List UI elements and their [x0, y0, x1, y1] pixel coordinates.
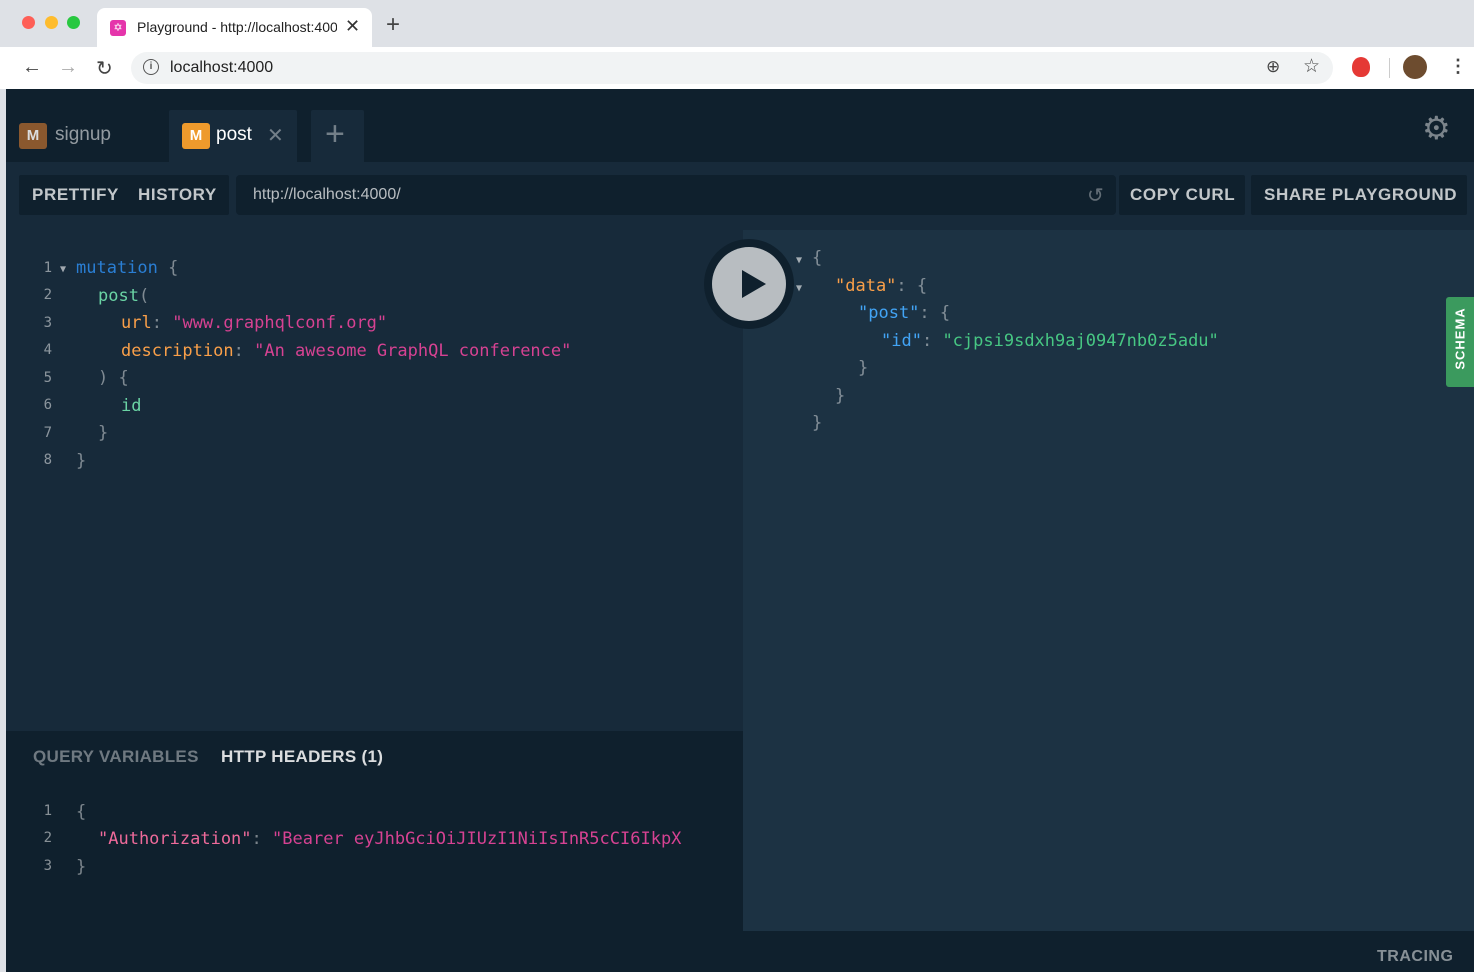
- window-zoom-button[interactable]: [67, 16, 80, 29]
- code-line: "Authorization": "Bearer eyJhbGciOiJIUzI…: [98, 829, 682, 849]
- browser-tab-title: Playground - http://localhost:4000: [137, 19, 337, 35]
- code-line: description: "An awesome GraphQL confere…: [121, 341, 572, 361]
- browser-tab[interactable]: ✡ Playground - http://localhost:4000 ✕: [97, 8, 372, 47]
- line-number: 2: [43, 287, 52, 303]
- code-line: mutation {: [76, 258, 179, 278]
- prettify-button[interactable]: PRETTIFY: [32, 185, 119, 205]
- plus-icon: +: [325, 115, 345, 153]
- result-line: }: [812, 413, 823, 433]
- toolbar-divider: [1389, 58, 1390, 78]
- endpoint-input[interactable]: http://localhost:4000/ ↺: [236, 175, 1116, 215]
- query-editor[interactable]: 1 2 3 4 5 6 7 8 ▼ mutation { post( url: …: [6, 230, 743, 731]
- schema-tab-label: SCHEMA: [1452, 307, 1468, 370]
- line-number: 1: [43, 260, 52, 276]
- code-line: ) {: [98, 368, 129, 388]
- tab-query-variables[interactable]: QUERY VARIABLES: [33, 747, 199, 767]
- graphql-playground: M signup M post ✕ + ⚙ PRETTIFY HISTORY h…: [6, 89, 1474, 972]
- share-playground-label: SHARE PLAYGROUND: [1264, 185, 1458, 204]
- site-info-icon[interactable]: i: [143, 59, 159, 75]
- close-icon[interactable]: ✕: [267, 123, 284, 148]
- graphql-favicon-icon: ✡: [110, 20, 126, 36]
- line-number: 7: [43, 425, 52, 441]
- endpoint-url[interactable]: http://localhost:4000/: [253, 186, 401, 204]
- line-number: 6: [43, 397, 52, 413]
- result-line: }: [858, 358, 869, 378]
- result-line: "id": "cjpsi9sdxh9aj0947nb0z5adu": [881, 331, 1219, 351]
- query-tab-post[interactable]: M post ✕: [169, 110, 297, 162]
- reload-icon[interactable]: ↻: [96, 56, 113, 81]
- code-line: id: [121, 396, 142, 416]
- variables-headers-panel: QUERY VARIABLES HTTP HEADERS (1) 1 2 3 {…: [6, 731, 743, 931]
- code-line: {: [76, 802, 87, 822]
- copy-curl-button[interactable]: COPY CURL: [1119, 175, 1245, 215]
- close-tab-icon[interactable]: ✕: [345, 16, 360, 37]
- bookmark-star-icon[interactable]: ☆: [1303, 55, 1320, 78]
- fold-arrow-icon[interactable]: ▼: [796, 255, 802, 266]
- query-tabs-bar: M signup M post ✕ + ⚙: [6, 89, 1474, 162]
- line-number: 5: [43, 370, 52, 386]
- mutation-badge: M: [182, 123, 210, 149]
- forward-arrow-icon[interactable]: →: [58, 56, 78, 79]
- line-number: 1: [43, 803, 52, 819]
- result-line: {: [812, 248, 823, 268]
- line-number: 3: [43, 315, 52, 331]
- settings-gear-icon[interactable]: ⚙: [1422, 109, 1451, 147]
- query-tab-signup[interactable]: M signup: [6, 110, 156, 162]
- address-bar[interactable]: i localhost:4000 ⊕ ☆: [131, 52, 1333, 84]
- browser-toolbar: ← → ↻ i localhost:4000 ⊕ ☆: [0, 47, 1474, 89]
- schema-tab[interactable]: SCHEMA: [1446, 297, 1474, 387]
- result-viewer: ▼ ▼ { "data": { "post": { "id": "cjpsi9s…: [743, 230, 1474, 931]
- query-tab-label: signup: [55, 124, 111, 145]
- profile-avatar[interactable]: [1403, 55, 1427, 79]
- reload-schema-icon[interactable]: ↺: [1087, 183, 1104, 208]
- add-tab-button[interactable]: +: [311, 110, 364, 162]
- fold-arrow-icon[interactable]: ▼: [60, 264, 66, 275]
- browser-menu-icon[interactable]: ⋮: [1449, 56, 1467, 77]
- code-line: url: "www.graphqlconf.org": [121, 313, 388, 333]
- browser-tabstrip: ✡ Playground - http://localhost:4000 ✕ +: [0, 0, 1474, 47]
- new-tab-button[interactable]: +: [386, 11, 400, 39]
- line-number: 2: [43, 830, 52, 846]
- code-line: }: [76, 857, 87, 877]
- line-number: 3: [43, 858, 52, 874]
- zoom-icon[interactable]: ⊕: [1266, 57, 1280, 77]
- line-number: 4: [43, 342, 52, 358]
- back-arrow-icon[interactable]: ←: [22, 56, 42, 79]
- query-tab-label: post: [216, 124, 252, 145]
- copy-curl-label: COPY CURL: [1130, 185, 1236, 204]
- execute-query-button[interactable]: [704, 239, 794, 329]
- tracing-button[interactable]: TRACING: [1377, 948, 1453, 966]
- footer-bar: TRACING: [6, 931, 1474, 972]
- extension-icon[interactable]: [1352, 57, 1370, 77]
- window-minimize-button[interactable]: [45, 16, 58, 29]
- result-line: "data": {: [835, 276, 928, 296]
- window-close-button[interactable]: [22, 16, 35, 29]
- tab-http-headers[interactable]: HTTP HEADERS (1): [221, 747, 383, 767]
- play-icon: [712, 247, 786, 321]
- line-number: 8: [43, 452, 52, 468]
- result-line: "post": {: [858, 303, 951, 323]
- code-line: post(: [98, 286, 150, 306]
- address-text[interactable]: localhost:4000: [170, 59, 273, 77]
- result-line: }: [835, 386, 846, 406]
- share-playground-button[interactable]: SHARE PLAYGROUND: [1251, 175, 1467, 215]
- fold-arrow-icon[interactable]: ▼: [796, 283, 802, 294]
- history-button[interactable]: HISTORY: [138, 185, 217, 205]
- code-line: }: [76, 451, 87, 471]
- mutation-badge: M: [19, 123, 47, 149]
- playground-toolbar: PRETTIFY HISTORY http://localhost:4000/ …: [6, 162, 1474, 230]
- editor-actions: PRETTIFY HISTORY: [19, 175, 229, 215]
- code-line: }: [98, 423, 109, 443]
